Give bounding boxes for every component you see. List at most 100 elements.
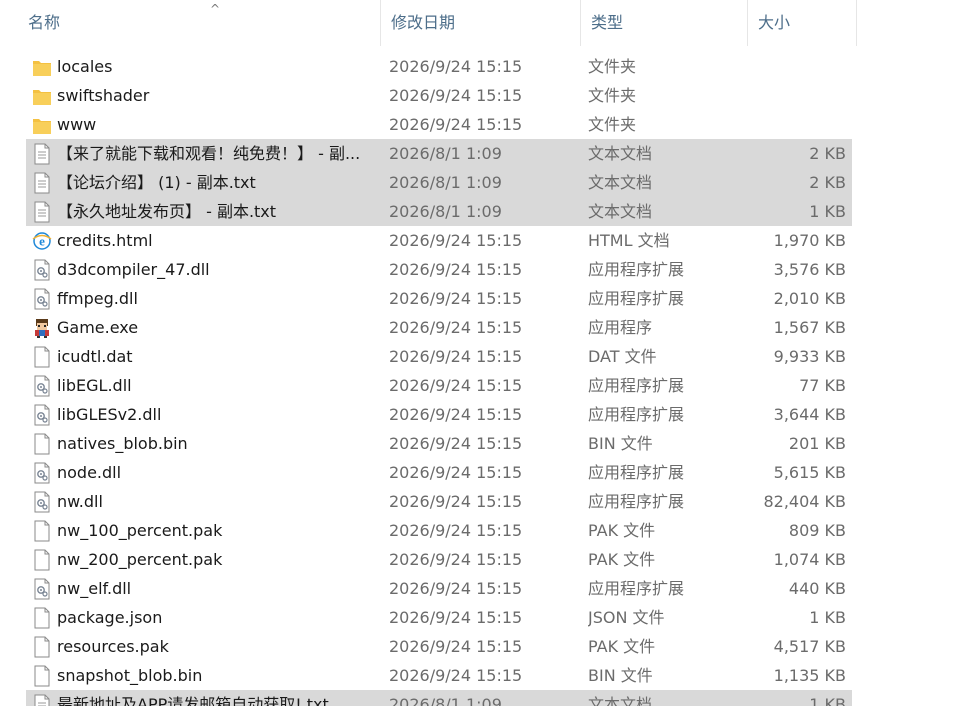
file-size bbox=[746, 81, 846, 110]
file-row[interactable]: 【永久地址发布页】 - 副本.txt 2026/8/1 1:09 文本文档 1 KB bbox=[26, 197, 852, 226]
file-row[interactable]: natives_blob.bin 2026/9/24 15:15 BIN 文件 201… bbox=[26, 429, 852, 458]
file-type: 应用程序扩展 bbox=[588, 579, 685, 598]
file-row[interactable]: libGLESv2.dll 2026/9/24 15:15 应用程序扩展 3,644 … bbox=[26, 400, 852, 429]
file-modified-date: 2026/8/1 1:09 bbox=[389, 202, 502, 221]
file-type: 文本文档 bbox=[588, 695, 653, 706]
column-header-type[interactable]: 类型 bbox=[580, 0, 747, 46]
file-row[interactable]: package.json 2026/9/24 15:15 JSON 文件 1 KB bbox=[26, 603, 852, 632]
file-name: nw_100_percent.pak bbox=[57, 521, 223, 540]
file-modified-date: 2026/9/24 15:15 bbox=[389, 666, 523, 685]
file-name: Game.exe bbox=[57, 318, 139, 337]
file-size: 1,970 KB bbox=[773, 231, 846, 250]
file-type: 应用程序扩展 bbox=[588, 376, 685, 395]
file-icon-cell bbox=[30, 197, 52, 226]
file-size bbox=[746, 52, 846, 81]
file-modified-date: 2026/9/24 15:15 bbox=[389, 260, 523, 279]
file-icon-cell bbox=[30, 400, 52, 429]
dll-file-icon bbox=[32, 404, 52, 426]
file-icon-cell bbox=[30, 110, 52, 139]
file-type: JSON 文件 bbox=[588, 608, 665, 627]
file-type: 文件夹 bbox=[588, 57, 637, 76]
file-name: locales bbox=[57, 57, 113, 76]
file-row[interactable]: node.dll 2026/9/24 15:15 应用程序扩展 5,615 KB bbox=[26, 458, 852, 487]
file-icon-cell bbox=[30, 139, 52, 168]
file-type: 应用程序扩展 bbox=[588, 405, 685, 424]
file-icon-cell bbox=[30, 255, 52, 284]
file-row[interactable]: nw_elf.dll 2026/9/24 15:15 应用程序扩展 440 KB bbox=[26, 574, 852, 603]
dll-file-icon bbox=[32, 462, 52, 484]
file-size: 201 KB bbox=[788, 434, 846, 453]
text-file-icon bbox=[32, 201, 52, 223]
file-size: 2 KB bbox=[809, 144, 846, 163]
file-type: 应用程序扩展 bbox=[588, 289, 685, 308]
blank-file-icon bbox=[32, 520, 52, 542]
folder-icon bbox=[32, 56, 52, 78]
file-type: 文本文档 bbox=[588, 202, 653, 221]
file-type: BIN 文件 bbox=[588, 434, 653, 453]
folder-icon bbox=[32, 85, 52, 107]
file-modified-date: 2026/8/1 1:09 bbox=[389, 173, 502, 192]
file-row[interactable]: d3dcompiler_47.dll 2026/9/24 15:15 应用程序扩展 3… bbox=[26, 255, 852, 284]
file-type: BIN 文件 bbox=[588, 666, 653, 685]
file-type: 应用程序 bbox=[588, 318, 653, 337]
file-name: snapshot_blob.bin bbox=[57, 666, 203, 685]
folder-icon bbox=[32, 114, 52, 136]
file-icon-cell bbox=[30, 603, 52, 632]
file-size: 1 KB bbox=[809, 695, 846, 706]
file-name: libGLESv2.dll bbox=[57, 405, 162, 424]
column-header-type-label: 类型 bbox=[591, 13, 624, 32]
file-row[interactable]: snapshot_blob.bin 2026/9/24 15:15 BIN 文件 1,… bbox=[26, 661, 852, 690]
file-size: 1 KB bbox=[809, 608, 846, 627]
file-name: d3dcompiler_47.dll bbox=[57, 260, 210, 279]
column-header-date[interactable]: 修改日期 bbox=[380, 0, 580, 46]
file-type: 文本文档 bbox=[588, 173, 653, 192]
file-row[interactable]: resources.pak 2026/9/24 15:15 PAK 文件 4,517 … bbox=[26, 632, 852, 661]
file-row[interactable]: libEGL.dll 2026/9/24 15:15 应用程序扩展 77 KB bbox=[26, 371, 852, 400]
file-modified-date: 2026/9/24 15:15 bbox=[389, 463, 523, 482]
file-row[interactable]: 最新地址及APP请发邮箱自动获取!.txt 2026/8/1 1:09 文本文档 1 … bbox=[26, 690, 852, 706]
file-row[interactable]: e credits.html 2026/9/24 15:15 HTML 文档 1,970… bbox=[26, 226, 852, 255]
file-icon-cell bbox=[30, 545, 52, 574]
file-modified-date: 2026/9/24 15:15 bbox=[389, 57, 523, 76]
file-name: 【来了就能下载和观看！纯免费！】 - 副... bbox=[57, 144, 361, 163]
file-size: 9,933 KB bbox=[773, 347, 846, 366]
file-icon-cell bbox=[30, 429, 52, 458]
dll-file-icon bbox=[32, 375, 52, 397]
file-name: 最新地址及APP请发邮箱自动获取!.txt bbox=[57, 695, 329, 706]
file-row[interactable]: www 2026/9/24 15:15 文件夹 bbox=[26, 110, 852, 139]
file-row[interactable]: 【论坛介绍】 (1) - 副本.txt 2026/8/1 1:09 文本文档 2 KB bbox=[26, 168, 852, 197]
text-file-icon bbox=[32, 172, 52, 194]
file-row[interactable]: nw_200_percent.pak 2026/9/24 15:15 PAK 文件 1… bbox=[26, 545, 852, 574]
file-modified-date: 2026/9/24 15:15 bbox=[389, 376, 523, 395]
file-name: 【永久地址发布页】 - 副本.txt bbox=[57, 202, 277, 221]
file-row[interactable]: Game.exe 2026/9/24 15:15 应用程序 1,567 KB bbox=[26, 313, 852, 342]
file-size: 82,404 KB bbox=[763, 492, 846, 511]
file-icon-cell bbox=[30, 661, 52, 690]
file-name: nw_200_percent.pak bbox=[57, 550, 223, 569]
blank-file-icon bbox=[32, 636, 52, 658]
file-size: 1,135 KB bbox=[773, 666, 846, 685]
file-name: libEGL.dll bbox=[57, 376, 132, 395]
file-row[interactable]: locales 2026/9/24 15:15 文件夹 bbox=[26, 52, 852, 81]
file-row[interactable]: nw.dll 2026/9/24 15:15 应用程序扩展 82,404 KB bbox=[26, 487, 852, 516]
blank-file-icon bbox=[32, 433, 52, 455]
file-row[interactable]: 【来了就能下载和观看！纯免费！】 - 副... 2026/8/1 1:09 文本文档… bbox=[26, 139, 852, 168]
column-header-name[interactable]: 名称 ^ bbox=[18, 0, 380, 46]
file-explorer-window: 名称 ^ 修改日期 类型 大小 locales 2026/9/24 15:15 文件… bbox=[0, 0, 960, 706]
dll-file-icon bbox=[32, 578, 52, 600]
file-row[interactable]: nw_100_percent.pak 2026/9/24 15:15 PAK 文件 8… bbox=[26, 516, 852, 545]
file-icon-cell bbox=[30, 52, 52, 81]
file-name: package.json bbox=[57, 608, 163, 627]
column-header-date-label: 修改日期 bbox=[391, 13, 456, 32]
file-size: 1,567 KB bbox=[773, 318, 846, 337]
file-modified-date: 2026/9/24 15:15 bbox=[389, 318, 523, 337]
file-size: 440 KB bbox=[788, 579, 846, 598]
column-header-name-label: 名称 bbox=[28, 13, 61, 32]
sort-ascending-icon: ^ bbox=[210, 2, 221, 16]
file-modified-date: 2026/9/24 15:15 bbox=[389, 608, 523, 627]
file-row[interactable]: icudtl.dat 2026/9/24 15:15 DAT 文件 9,933 KB bbox=[26, 342, 852, 371]
file-row[interactable]: ffmpeg.dll 2026/9/24 15:15 应用程序扩展 2,010 KB bbox=[26, 284, 852, 313]
file-row[interactable]: swiftshader 2026/9/24 15:15 文件夹 bbox=[26, 81, 852, 110]
column-header-size[interactable]: 大小 bbox=[747, 0, 857, 46]
file-type: 应用程序扩展 bbox=[588, 463, 685, 482]
